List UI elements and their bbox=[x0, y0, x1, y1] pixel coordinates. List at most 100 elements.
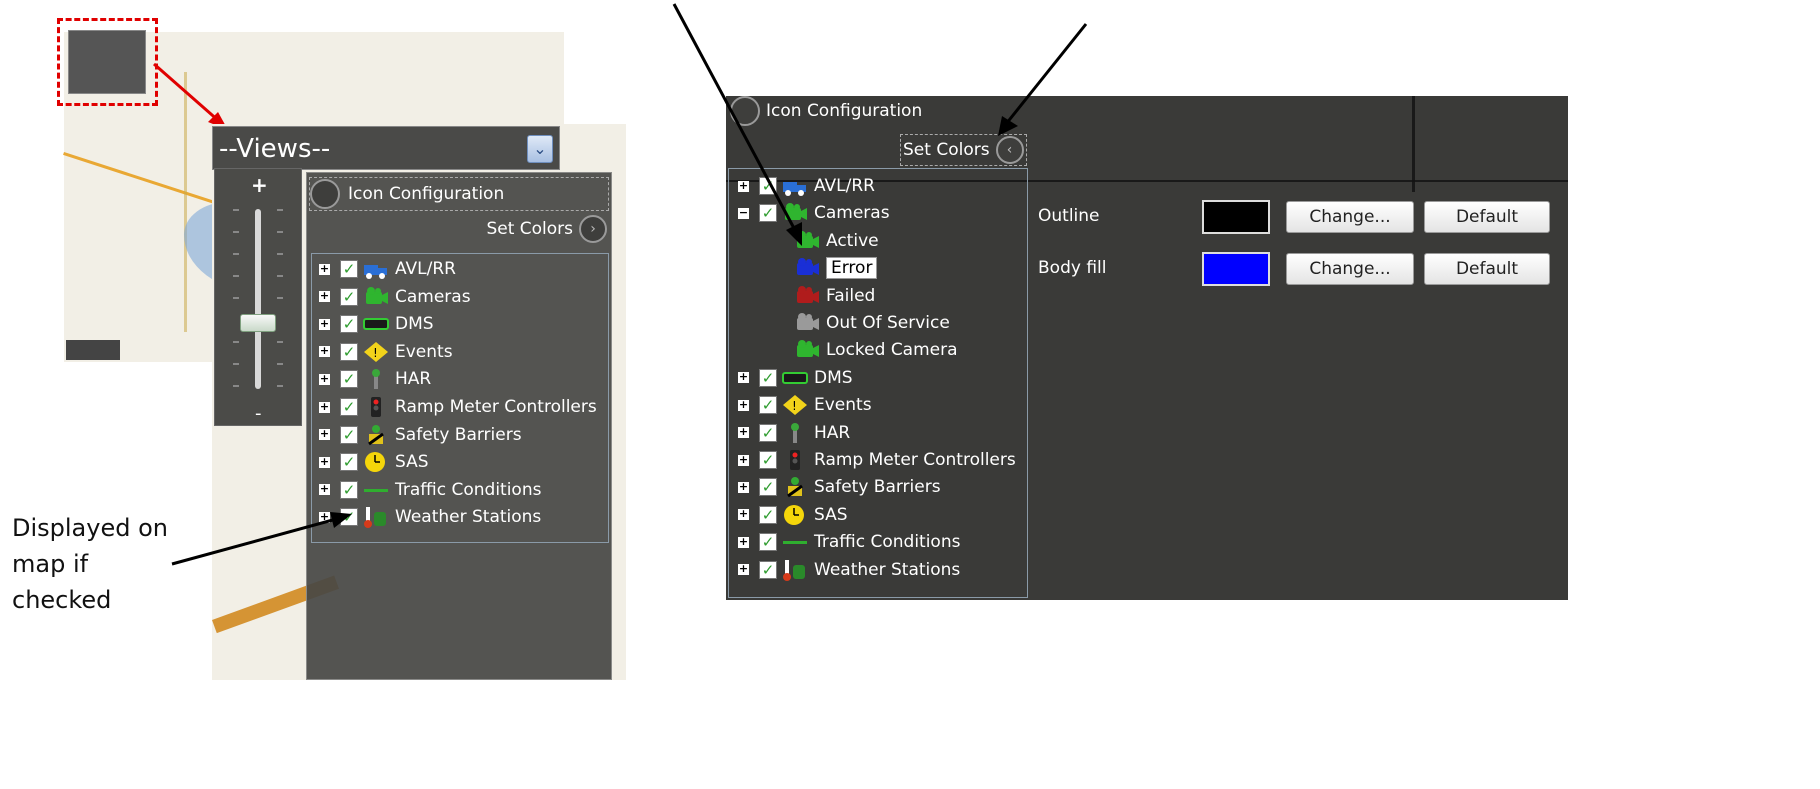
layer-checkbox[interactable]: ✓ bbox=[759, 533, 777, 552]
clock-icon bbox=[363, 451, 389, 473]
chevron-right-icon[interactable]: › bbox=[579, 215, 607, 243]
chevron-down-icon[interactable]: ⌄ bbox=[527, 135, 553, 163]
expand-icon[interactable]: + bbox=[738, 508, 749, 521]
layer-row[interactable]: + ✓ Safety Barriers bbox=[738, 475, 941, 499]
layer-checkbox[interactable]: ✓ bbox=[759, 560, 777, 579]
views-dropdown[interactable]: --Views-- ⌄ bbox=[212, 126, 560, 170]
layer-row[interactable]: + ✓ HAR bbox=[738, 421, 850, 445]
expand-icon[interactable]: + bbox=[738, 426, 749, 439]
left-layer-panel: Icon Configuration Set Colors › + ✓ AVL/RR… bbox=[306, 172, 612, 680]
expand-icon[interactable]: + bbox=[319, 401, 330, 413]
layer-checkbox[interactable]: ✓ bbox=[340, 425, 358, 444]
layer-row[interactable]: + ✓ AVL/RR bbox=[319, 257, 456, 281]
layer-row[interactable]: + ✓ Safety Barriers bbox=[319, 423, 522, 447]
chevron-left-icon[interactable]: ‹ bbox=[995, 136, 1024, 164]
expand-icon[interactable]: + bbox=[738, 536, 749, 548]
layer-row[interactable]: + ✓ Cameras bbox=[319, 285, 471, 309]
layer-label: AVL/RR bbox=[814, 176, 875, 196]
change-color-button[interactable]: Change... bbox=[1286, 201, 1414, 233]
icon-configuration-toggle[interactable]: Icon Configuration bbox=[309, 177, 609, 211]
layer-label: HAR bbox=[395, 369, 432, 390]
expand-icon[interactable]: + bbox=[319, 456, 330, 468]
layer-checkbox[interactable]: ✓ bbox=[759, 368, 777, 387]
layer-label: Safety Barriers bbox=[814, 477, 941, 498]
layer-row[interactable]: + ✓ SAS bbox=[319, 450, 429, 474]
expand-icon[interactable]: + bbox=[319, 345, 330, 358]
expand-icon[interactable]: + bbox=[319, 483, 330, 496]
views-label: --Views-- bbox=[219, 134, 331, 164]
layer-row[interactable]: + ✓ Ramp Meter Controllers bbox=[738, 448, 1016, 472]
layer-checkbox[interactable]: ✓ bbox=[340, 315, 358, 334]
traffic-light-icon bbox=[363, 396, 389, 418]
change-color-button[interactable]: Change... bbox=[1286, 253, 1414, 285]
callout-arrow bbox=[171, 512, 352, 566]
layer-label: Safety Barriers bbox=[395, 424, 522, 445]
clock-icon bbox=[782, 504, 808, 526]
expand-icon[interactable]: + bbox=[319, 428, 330, 441]
layer-checkbox[interactable]: ✓ bbox=[340, 453, 358, 472]
layer-checkbox[interactable]: ✓ bbox=[759, 451, 777, 469]
line-icon bbox=[782, 531, 808, 553]
expand-circle-icon[interactable] bbox=[310, 179, 340, 209]
layer-checkbox[interactable]: ✓ bbox=[759, 478, 777, 497]
layer-label: Active bbox=[826, 230, 879, 251]
expand-icon[interactable]: + bbox=[738, 371, 749, 384]
layer-row[interactable]: + ✓! Events bbox=[319, 340, 453, 364]
layer-checkbox[interactable]: ✓ bbox=[340, 342, 358, 361]
layer-row[interactable]: Out Of Service bbox=[794, 311, 950, 335]
layer-row[interactable]: + ✓! Events bbox=[738, 393, 872, 417]
radio-tower-icon bbox=[363, 368, 389, 390]
expand-icon[interactable]: + bbox=[738, 563, 749, 576]
layer-label: Cameras bbox=[814, 203, 890, 224]
thermometer-icon bbox=[782, 559, 808, 581]
layer-row[interactable]: Locked Camera bbox=[794, 338, 958, 362]
expand-icon[interactable]: + bbox=[319, 290, 330, 303]
layer-row[interactable]: Error bbox=[794, 256, 878, 280]
expand-icon[interactable]: + bbox=[738, 481, 749, 493]
radio-tower-icon bbox=[782, 422, 808, 444]
expand-icon[interactable]: + bbox=[319, 318, 330, 330]
layer-checkbox[interactable]: ✓ bbox=[340, 370, 358, 389]
expand-icon[interactable]: + bbox=[319, 373, 330, 385]
layer-checkbox[interactable]: ✓ bbox=[759, 505, 777, 524]
layer-checkbox[interactable]: ✓ bbox=[340, 398, 358, 416]
layer-row[interactable]: + ✓ Ramp Meter Controllers bbox=[319, 395, 597, 419]
layer-checkbox[interactable]: ✓ bbox=[759, 423, 777, 442]
layer-row[interactable]: Failed bbox=[794, 284, 875, 308]
barrier-icon bbox=[782, 476, 808, 498]
layer-label: SAS bbox=[814, 504, 848, 525]
layer-checkbox[interactable]: ✓ bbox=[340, 480, 358, 499]
layer-checkbox[interactable]: ✓ bbox=[759, 396, 777, 415]
layer-row[interactable]: + ✓ Traffic Conditions bbox=[738, 530, 960, 554]
traffic-light-icon bbox=[782, 449, 808, 471]
layer-row[interactable]: + ✓ Weather Stations bbox=[738, 558, 960, 582]
thumbnail-scale bbox=[66, 340, 120, 360]
expand-icon[interactable]: + bbox=[319, 263, 330, 275]
zoom-slider[interactable]: + - bbox=[214, 168, 302, 426]
layer-label: Events bbox=[395, 341, 453, 362]
set-colors-toggle[interactable]: Set Colors › bbox=[486, 215, 607, 243]
layer-row[interactable]: + ✓ HAR bbox=[319, 367, 431, 391]
barrier-icon bbox=[363, 424, 389, 446]
layer-label: Locked Camera bbox=[826, 340, 958, 361]
color-setting-label: Body fill bbox=[1038, 258, 1107, 278]
layer-row[interactable]: + ✓ SAS bbox=[738, 503, 848, 527]
default-color-button[interactable]: Default bbox=[1424, 253, 1550, 285]
zoom-track[interactable] bbox=[255, 209, 261, 389]
default-color-button[interactable]: Default bbox=[1424, 201, 1550, 233]
expand-icon[interactable]: + bbox=[738, 454, 749, 466]
layer-checkbox[interactable]: ✓ bbox=[340, 260, 358, 278]
layer-label: AVL/RR bbox=[395, 259, 456, 279]
layer-checkbox[interactable]: ✓ bbox=[340, 287, 358, 306]
set-colors-label: Set Colors bbox=[486, 219, 573, 239]
expand-icon[interactable]: + bbox=[738, 399, 749, 411]
layer-row[interactable]: + ✓ Traffic Conditions bbox=[319, 478, 541, 502]
layer-row[interactable]: + ✓ DMS bbox=[738, 366, 853, 390]
layer-label: DMS bbox=[395, 314, 434, 335]
zoom-thumb[interactable] bbox=[240, 314, 276, 332]
zoom-out-button[interactable]: - bbox=[255, 403, 262, 424]
layer-row[interactable]: + ✓ DMS bbox=[319, 312, 434, 336]
zoom-in-button[interactable]: + bbox=[251, 173, 268, 197]
right-set-colors-label: Set Colors bbox=[903, 140, 990, 160]
warning-icon: ! bbox=[363, 341, 389, 363]
